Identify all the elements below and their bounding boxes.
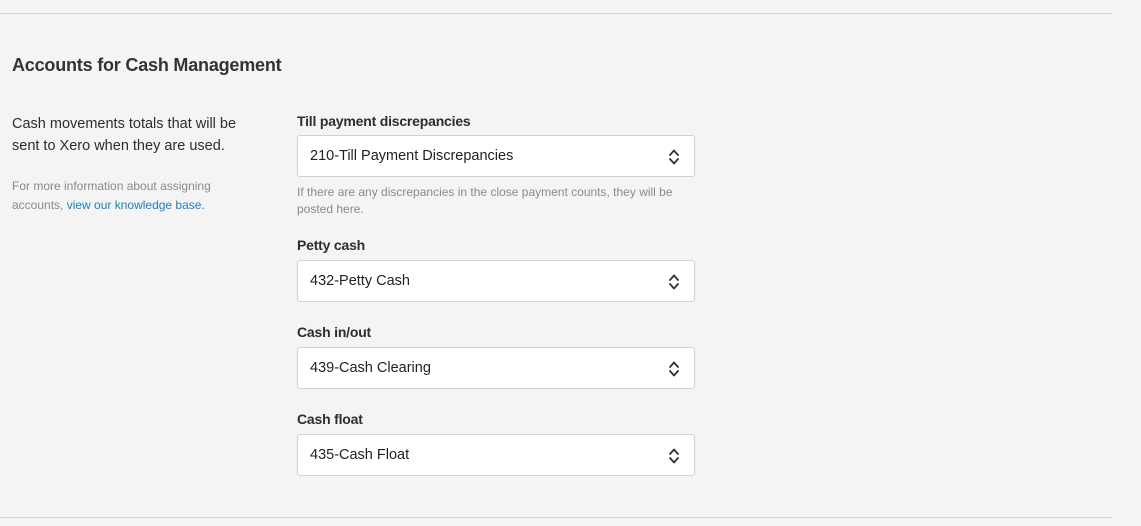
cash-management-page: Accounts for Cash Management Cash moveme…: [0, 0, 1141, 526]
till-payment-discrepancies-hint: If there are any discrepancies in the cl…: [297, 185, 673, 216]
petty-cash-value: 432-Petty Cash: [310, 273, 410, 289]
up-down-chevron-icon: [669, 361, 679, 377]
till-payment-discrepancies-value: 210-Till Payment Discrepancies: [310, 148, 514, 164]
help-text: For more information about assigning acc…: [12, 177, 252, 215]
section-description: Cash movements totals that will be sent …: [12, 116, 237, 154]
up-down-chevron-icon: [669, 149, 679, 165]
petty-cash-label: Petty cash: [297, 237, 366, 253]
divider-top: [0, 13, 1112, 14]
cash-float-value: 435-Cash Float: [310, 447, 410, 463]
knowledge-base-link[interactable]: view our knowledge base.: [67, 198, 205, 212]
cash-in-out-value: 439-Cash Clearing: [310, 360, 431, 376]
cash-in-out-label: Cash in/out: [297, 324, 372, 340]
cash-in-out-select[interactable]: 439-Cash Clearing: [297, 347, 695, 389]
divider-bottom: [0, 517, 1112, 518]
up-down-chevron-icon: [669, 274, 679, 290]
cash-float-select[interactable]: 435-Cash Float: [297, 434, 695, 476]
section-title: Accounts for Cash Management: [12, 55, 282, 75]
till-payment-discrepancies-select[interactable]: 210-Till Payment Discrepancies: [297, 135, 695, 177]
till-payment-discrepancies-label: Till payment discrepancies: [297, 113, 471, 129]
petty-cash-select[interactable]: 432-Petty Cash: [297, 260, 695, 302]
cash-float-label: Cash float: [297, 411, 363, 427]
up-down-chevron-icon: [669, 448, 679, 464]
